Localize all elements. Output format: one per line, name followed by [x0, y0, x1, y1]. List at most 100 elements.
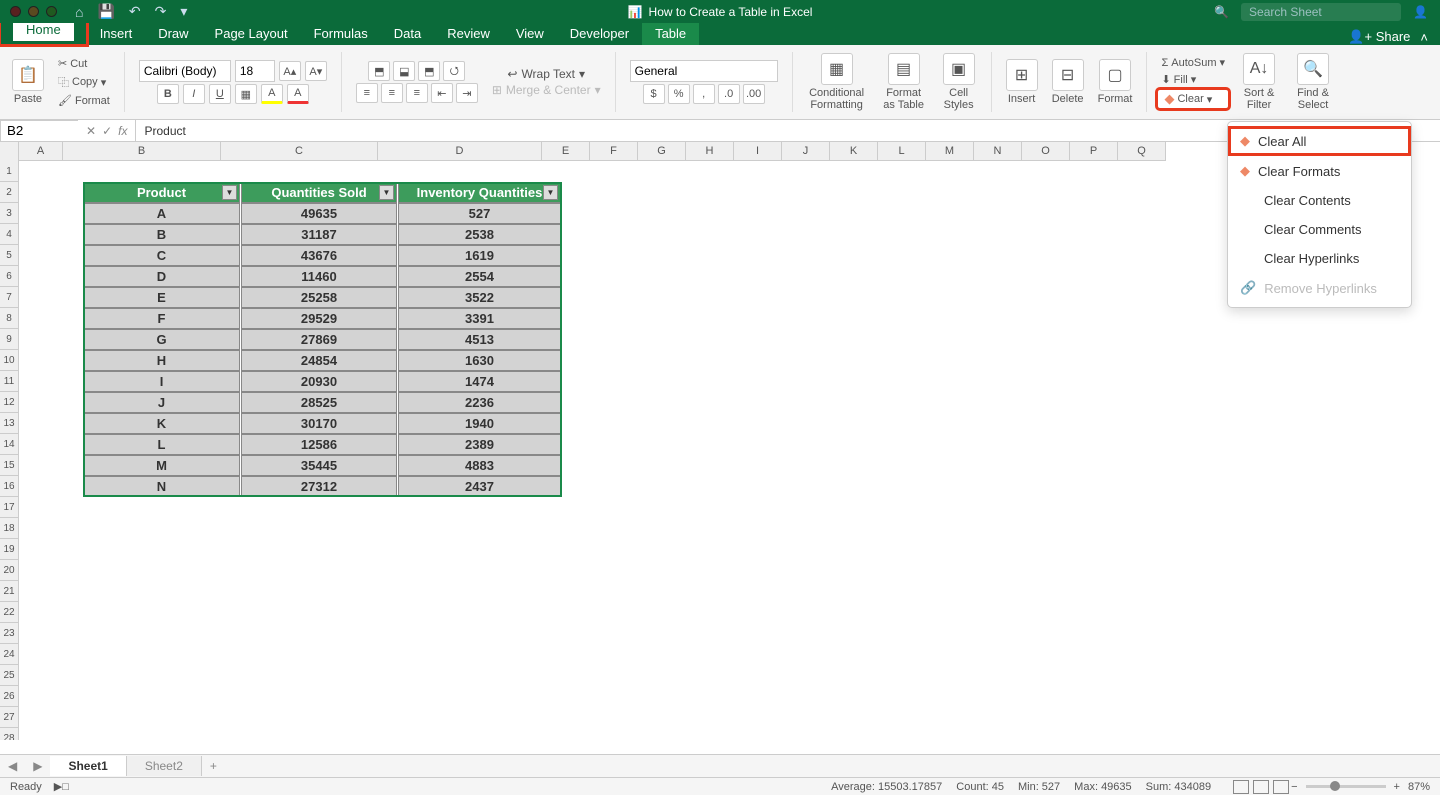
percent-icon[interactable]: %	[668, 84, 690, 104]
table-cell[interactable]: 43676	[241, 245, 397, 266]
col-header[interactable]: G	[638, 142, 686, 161]
comma-icon[interactable]: ,	[693, 84, 715, 104]
table-cell[interactable]: J	[83, 392, 240, 413]
col-header[interactable]: N	[974, 142, 1022, 161]
row-header[interactable]: 19	[0, 539, 18, 560]
format-as-table-button[interactable]: ▤Format as Table	[877, 51, 931, 113]
table-cell[interactable]: 527	[398, 203, 561, 224]
col-header[interactable]: A	[19, 142, 63, 161]
filter-icon[interactable]: ▼	[222, 185, 237, 200]
table-cell[interactable]: 24854	[241, 350, 397, 371]
table-cell[interactable]: 2389	[398, 434, 561, 455]
table-header-cell[interactable]: Product▼	[83, 182, 240, 203]
table-cell[interactable]: 28525	[241, 392, 397, 413]
border-button[interactable]: ▦	[235, 84, 257, 104]
row-header[interactable]: 12	[0, 392, 18, 413]
qat-more-icon[interactable]: ▾	[180, 3, 187, 20]
sheet-tab-2[interactable]: Sheet2	[127, 756, 202, 776]
italic-button[interactable]: I	[183, 84, 205, 104]
table-cell[interactable]: 1619	[398, 245, 561, 266]
table-header-cell[interactable]: Quantities Sold▼	[241, 182, 397, 203]
table-cell[interactable]: 25258	[241, 287, 397, 308]
font-select[interactable]	[139, 60, 231, 82]
add-sheet-button[interactable]: +	[202, 756, 225, 776]
table-cell[interactable]: H	[83, 350, 240, 371]
orientation-icon[interactable]: ⭯	[443, 61, 465, 81]
sheet-nav-prev[interactable]: ◀	[0, 756, 25, 776]
autosum-button[interactable]: Σ AutoSum ▾	[1157, 55, 1229, 70]
row-header[interactable]: 21	[0, 581, 18, 602]
table-cell[interactable]: D	[83, 266, 240, 287]
filter-icon[interactable]: ▼	[379, 185, 394, 200]
tab-view[interactable]: View	[503, 22, 557, 45]
align-middle-icon[interactable]: ⬓	[393, 61, 415, 81]
share-button[interactable]: 👤+ Share	[1348, 29, 1410, 45]
row-header[interactable]: 13	[0, 413, 18, 434]
copy-button[interactable]: ⿻ Copy ▾	[54, 73, 114, 91]
table-cell[interactable]: A	[83, 203, 240, 224]
align-bottom-icon[interactable]: ⬒	[418, 61, 440, 81]
underline-button[interactable]: U	[209, 84, 231, 104]
conditional-formatting-button[interactable]: ▦Conditional Formatting	[803, 51, 871, 113]
tab-draw[interactable]: Draw	[145, 22, 201, 45]
table-cell[interactable]: 1630	[398, 350, 561, 371]
table-cell[interactable]: B	[83, 224, 240, 245]
merge-center-button[interactable]: ⊞ Merge & Center ▾	[492, 83, 601, 97]
redo-icon[interactable]: ↷	[155, 3, 167, 20]
row-header[interactable]: 7	[0, 287, 18, 308]
maximize-window-icon[interactable]	[46, 6, 57, 17]
row-header[interactable]: 25	[0, 665, 18, 686]
tab-data[interactable]: Data	[381, 22, 434, 45]
col-header[interactable]: I	[734, 142, 782, 161]
table-cell[interactable]: 35445	[241, 455, 397, 476]
view-normal-icon[interactable]	[1233, 780, 1249, 794]
row-header[interactable]: 20	[0, 560, 18, 581]
fill-button[interactable]: ⬇ Fill ▾	[1157, 72, 1229, 87]
table-cell[interactable]: 2437	[398, 476, 561, 497]
row-header[interactable]: 15	[0, 455, 18, 476]
sheet-tab-1[interactable]: Sheet1	[50, 756, 126, 776]
format-painter-button[interactable]: 🖌 Format	[54, 93, 114, 108]
table-cell[interactable]: 31187	[241, 224, 397, 245]
minimize-window-icon[interactable]	[28, 6, 39, 17]
zoom-level[interactable]: 87%	[1408, 781, 1430, 793]
paste-button[interactable]: 📋 Paste	[8, 57, 48, 107]
table-cell[interactable]: N	[83, 476, 240, 497]
row-header[interactable]: 10	[0, 350, 18, 371]
tab-insert[interactable]: Insert	[87, 22, 146, 45]
name-box[interactable]	[0, 120, 78, 142]
row-header[interactable]: 8	[0, 308, 18, 329]
table-cell[interactable]: 12586	[241, 434, 397, 455]
row-header[interactable]: 3	[0, 203, 18, 224]
align-center-icon[interactable]: ≡	[381, 83, 403, 103]
clear-all-item[interactable]: ◆Clear All	[1228, 126, 1411, 156]
user-icon[interactable]: 👤	[1413, 5, 1428, 19]
col-header[interactable]: H	[686, 142, 734, 161]
save-icon[interactable]: 💾	[97, 3, 114, 20]
tab-review[interactable]: Review	[434, 22, 503, 45]
increase-decimal-icon[interactable]: .0	[718, 84, 740, 104]
decrease-font-icon[interactable]: A▾	[305, 61, 327, 81]
wrap-text-button[interactable]: ↩ Wrap Text ▾	[507, 67, 585, 81]
currency-icon[interactable]: $	[643, 84, 665, 104]
col-header[interactable]: C	[221, 142, 378, 161]
table-cell[interactable]: 30170	[241, 413, 397, 434]
table-cell[interactable]: 2554	[398, 266, 561, 287]
table-cell[interactable]: 29529	[241, 308, 397, 329]
macro-record-icon[interactable]: ▶□	[54, 780, 69, 793]
close-window-icon[interactable]	[10, 6, 21, 17]
col-header[interactable]: K	[830, 142, 878, 161]
decrease-decimal-icon[interactable]: .00	[743, 84, 765, 104]
zoom-out-button[interactable]: −	[1291, 781, 1297, 793]
cut-button[interactable]: ✂ Cut	[54, 56, 114, 71]
zoom-slider[interactable]	[1306, 785, 1386, 788]
tab-table[interactable]: Table	[642, 22, 699, 45]
col-header[interactable]: P	[1070, 142, 1118, 161]
align-left-icon[interactable]: ≡	[356, 83, 378, 103]
font-color-button[interactable]: A	[287, 84, 309, 104]
row-header[interactable]: 27	[0, 707, 18, 728]
row-header[interactable]: 1	[0, 161, 18, 182]
undo-icon[interactable]: ↶	[129, 3, 141, 20]
sheet-nav-next[interactable]: ▶	[25, 756, 50, 776]
number-format-select[interactable]	[630, 60, 778, 82]
